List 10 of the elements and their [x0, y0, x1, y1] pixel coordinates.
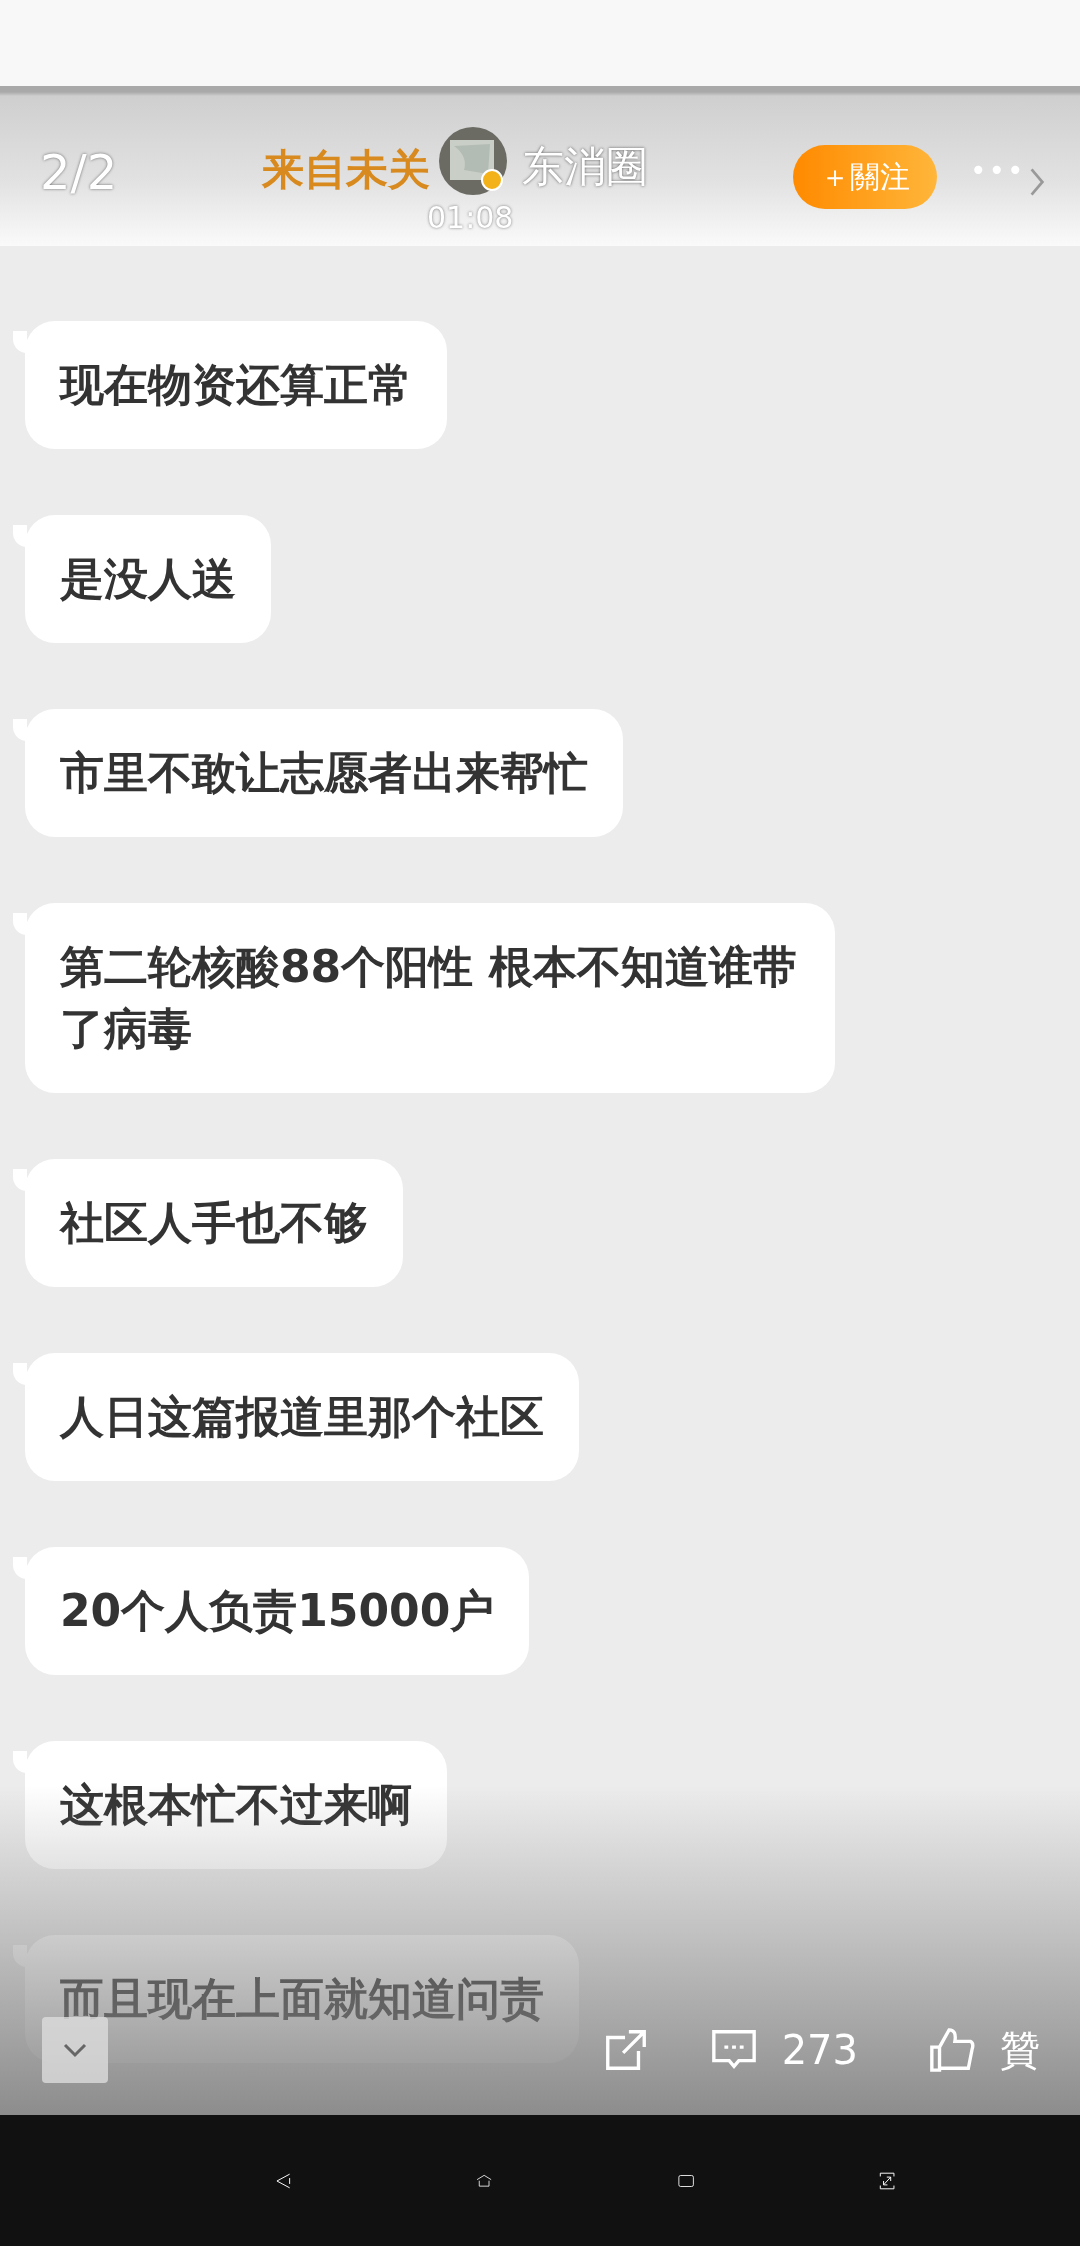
like-button[interactable]: 贊	[1000, 2022, 1040, 2078]
author-name[interactable]: 东消圈	[522, 139, 648, 195]
follow-button[interactable]: ＋關注	[793, 145, 937, 209]
more-button[interactable]: •••	[970, 154, 1026, 187]
avatar[interactable]	[438, 126, 508, 196]
page-counter: 2/2	[40, 144, 118, 200]
comment-count[interactable]: 273	[781, 2027, 858, 2073]
thumbs-up-icon[interactable]	[928, 2026, 976, 2074]
post-title: 来自未关	[262, 144, 430, 196]
post-time: 01:08	[427, 200, 514, 235]
